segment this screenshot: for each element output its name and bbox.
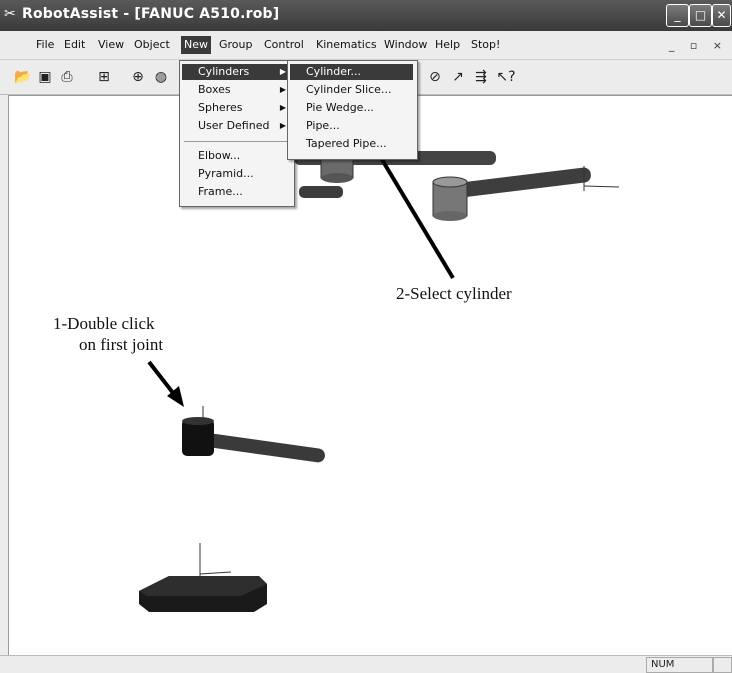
submenu-arrow-icon: ▶ [279,85,286,94]
select-icon[interactable]: ⊞ [95,68,113,86]
menu-item-elbow[interactable]: Elbow... [182,148,290,164]
menu-window[interactable]: Window [381,36,430,54]
menu-group[interactable]: Group [216,36,256,54]
menu-item-tapered-pipe[interactable]: Tapered Pipe... [290,136,413,152]
num-lock-indicator: NUM [646,657,714,673]
cylinders-submenu: Cylinder... Cylinder Slice... Pie Wedge.… [287,60,418,160]
menu-object[interactable]: Object [131,36,173,54]
menu-file[interactable]: File [33,36,57,54]
menu-item-label: Spheres [198,101,243,114]
mdi-window-controls[interactable]: _ ▫ × [669,39,728,52]
minimize-icon[interactable]: _ [666,4,689,27]
submenu-arrow-icon: ▶ [279,67,286,76]
menu-item-pipe[interactable]: Pipe... [290,118,413,134]
sphere-icon[interactable]: ⊘ [426,68,444,86]
menu-kinematics[interactable]: Kinematics [313,36,380,54]
menu-item-label: Boxes [198,83,231,96]
save-icon[interactable]: ▣ [36,68,54,86]
app-window: ✂ RobotAssist - [FANUC A510.rob] _ □ ✕ F… [0,0,732,673]
scene-viewport[interactable]: 2-Select cylinder 1-Double click on firs… [8,95,732,655]
menu-item-cylinder-slice[interactable]: Cylinder Slice... [290,82,413,98]
open-folder-icon[interactable]: 📂 [14,68,32,86]
submenu-arrow-icon: ▶ [279,121,286,130]
robot-scene [139,102,620,612]
menu-new[interactable]: New [181,36,211,54]
menu-edit[interactable]: Edit [61,36,88,54]
whats-this-icon[interactable]: ↖? [495,68,517,86]
window-title: RobotAssist - [FANUC A510.rob] [22,6,280,22]
cylinder-icon[interactable]: ◍ [152,68,170,86]
double-click-label-line2: on first joint [79,335,164,354]
menu-item-spheres[interactable]: Spheres ▶ [182,100,290,116]
menu-bar: File Edit View Object New Group Control … [0,31,732,60]
resize-grip-icon[interactable] [712,657,732,673]
menu-item-pyramid[interactable]: Pyramid... [182,166,290,182]
step-icon[interactable]: ⇶ [472,68,490,86]
maximize-icon[interactable]: □ [689,4,712,27]
robot-forearm[interactable] [432,166,620,221]
menu-item-boxes[interactable]: Boxes ▶ [182,82,290,98]
menu-help[interactable]: Help [432,36,463,54]
menu-item-label: Cylinders [198,65,250,78]
menu-control[interactable]: Control [261,36,307,54]
double-click-arrow [147,360,184,407]
menu-item-user-defined[interactable]: User Defined ▶ [182,118,290,134]
menu-stop[interactable]: Stop! [468,36,503,54]
title-bar[interactable]: ✂ RobotAssist - [FANUC A510.rob] _ □ ✕ [0,0,732,31]
new-dropdown-menu: Cylinders ▶ Boxes ▶ Spheres ▶ User Defined ▶… [179,60,295,207]
close-icon[interactable]: ✕ [712,4,731,27]
menu-view[interactable]: View [95,36,127,54]
status-bar: NUM [0,655,732,673]
menu-item-frame[interactable]: Frame... [182,184,290,200]
robot-arm-icon: ✂ [4,6,16,22]
print-icon[interactable]: ⎙ [58,68,76,86]
menu-item-cylinder[interactable]: Cylinder... [290,64,413,80]
submenu-arrow-icon: ▶ [279,103,286,112]
menu-item-pie-wedge[interactable]: Pie Wedge... [290,100,413,116]
menu-separator [184,141,288,142]
select-cylinder-label: 2-Select cylinder [396,284,512,303]
grid-icon[interactable]: ⊕ [129,68,147,86]
double-click-label-line1: 1-Double click [53,314,155,333]
robot-first-joint[interactable] [182,406,326,463]
move-arrow-icon[interactable]: ↗ [449,68,467,86]
robot-base[interactable] [139,543,267,612]
menu-item-cylinders[interactable]: Cylinders ▶ [182,64,290,80]
menu-item-label: User Defined [198,119,270,132]
